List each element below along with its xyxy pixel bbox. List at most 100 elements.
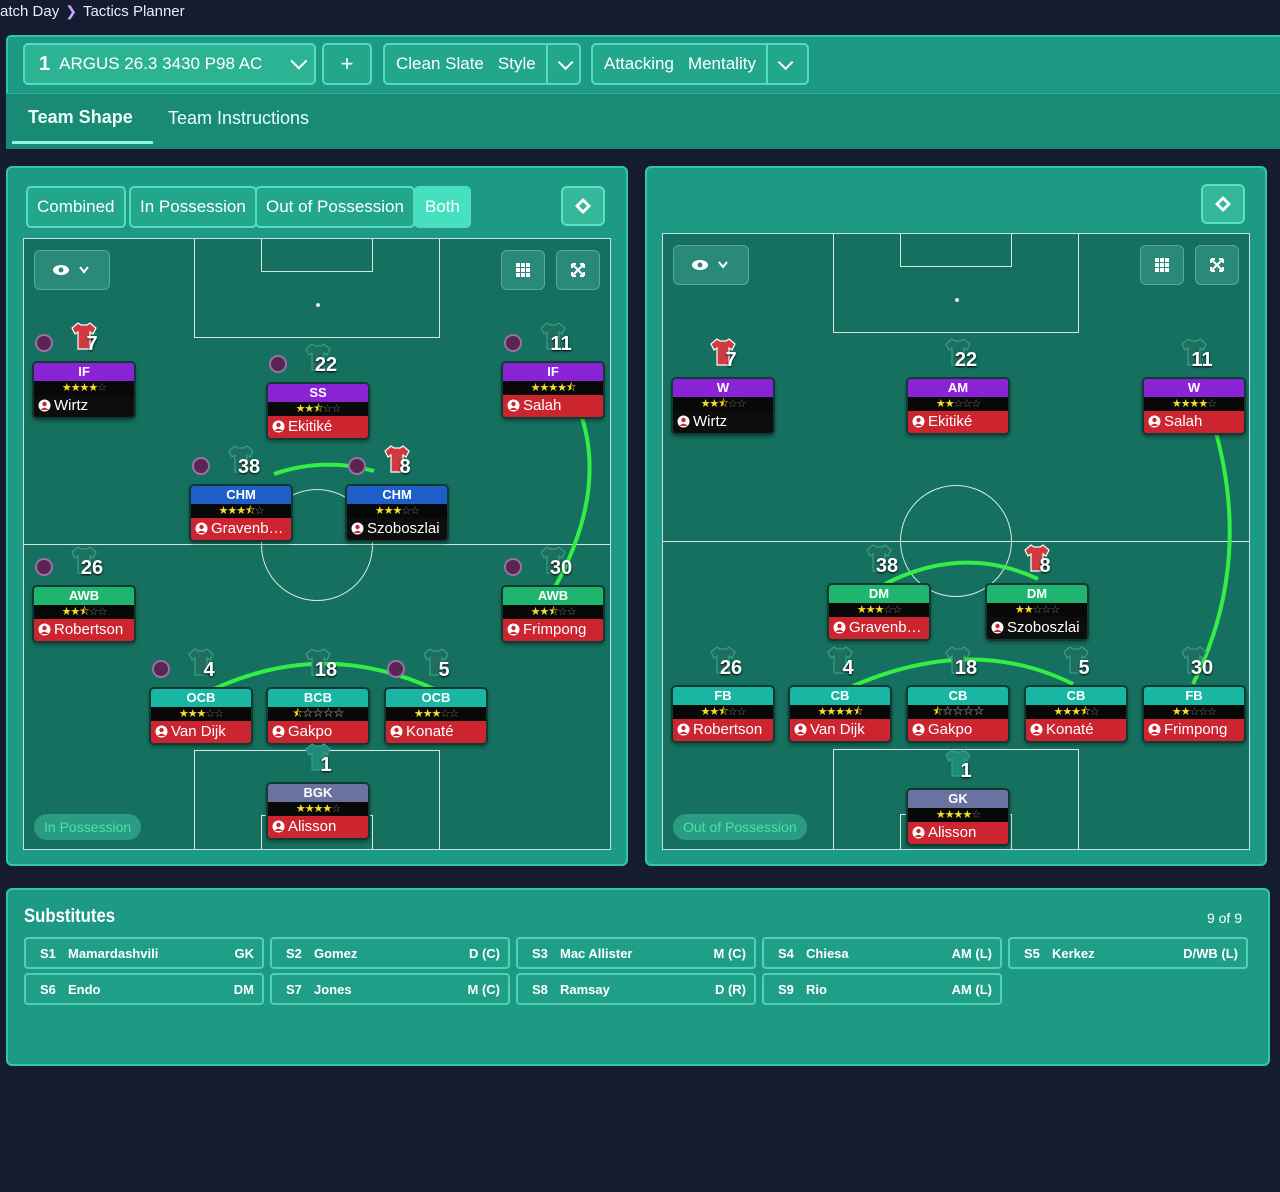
player-card-alisson[interactable]: 1 GK ★★★★☆ Alisson [906,749,1010,846]
substitutes-count: 9 of 9 [1206,910,1242,926]
instruction-indicator-icon[interactable] [504,558,522,576]
instruction-indicator-icon[interactable] [35,334,53,352]
player-card-wirtz[interactable]: 7 IF ★★★★☆ Wirtz [32,322,136,419]
player-card-frimpong[interactable]: 30 FB ★★☆☆☆ Frimpong [1142,646,1246,743]
instruction-indicator-icon[interactable] [269,355,287,373]
substitute-item-s7[interactable]: S7 Jones M (C) [270,973,510,1005]
shirt-number: 38 [237,456,261,478]
tactic-board-button[interactable] [561,186,605,226]
substitute-position: GK [234,945,255,961]
instruction-indicator-icon[interactable] [152,660,170,678]
role-rating-stars: ★★⯪☆☆ [268,402,368,416]
player-name-text: Alisson [288,818,337,835]
style-value: Clean Slate [396,54,484,73]
player-card-robertson[interactable]: 26 FB ★★⯪☆☆ Robertson [671,646,775,743]
shirt-number: 5 [438,659,450,681]
player-card-konate[interactable]: 5 OCB ★★★☆☆ Konaté [384,648,488,745]
role-label: AM [908,379,1008,397]
role-card: OCB ★★★☆☆ Konaté [384,687,488,745]
breadcrumb: atch Day ❯ Tactics Planner [0,3,185,20]
instruction-indicator-icon[interactable] [348,457,366,475]
shirt-number: 4 [203,659,215,681]
style-dropdown[interactable]: Clean Slate Style [383,43,581,85]
substitute-slot: S5 [1024,945,1040,961]
player-name: Konaté [1026,719,1126,741]
player-card-frimpong[interactable]: 30 AWB ★★⯪☆☆ Frimpong [501,546,605,643]
instruction-indicator-icon[interactable] [35,558,53,576]
player-card-salah[interactable]: 11 W ★★★★☆ Salah [1142,338,1246,435]
mentality-dropdown[interactable]: Attacking Mentality [591,43,809,85]
tab-team-instructions[interactable]: Team Instructions [168,108,309,129]
player-card-alisson[interactable]: 1 BGK ★★★★☆ Alisson [266,743,370,840]
visibility-dropdown[interactable] [34,250,110,290]
tactic-board-button[interactable] [1201,184,1245,224]
player-card-szoboszlai[interactable]: 8 CHM ★★★☆☆ Szoboszlai [345,445,449,542]
chevron-down-icon[interactable] [545,45,579,83]
chevron-right-icon: ❯ [65,3,77,19]
person-icon [272,725,285,738]
grid-view-button[interactable] [1140,245,1184,285]
role-card: OCB ★★★☆☆ Van Dijk [149,687,253,745]
style-label: Style [497,54,536,73]
shirt-number: 5 [1078,657,1090,679]
player-name: Wirtz [673,411,773,433]
grid-view-button[interactable] [501,250,545,290]
substitute-slot: S6 [40,981,56,997]
shirt-number: 1 [960,760,972,782]
tactic-selector[interactable]: 1 ARGUS 26.3 3430 P98 AC [23,43,316,85]
phase-in-possession-button[interactable]: In Possession [129,186,257,228]
expand-button[interactable] [556,250,600,290]
player-name-text: Konaté [406,723,454,740]
substitute-name: Endo [68,981,101,997]
substitute-item-s2[interactable]: S2 Gomez D (C) [270,937,510,969]
instruction-indicator-icon[interactable] [192,457,210,475]
player-card-ekitike[interactable]: 22 SS ★★⯪☆☆ Ekitiké [266,343,370,440]
player-card-gravenberch[interactable]: 38 CHM ★★★⯪☆ Gravenber... [189,445,293,542]
player-card-gakpo[interactable]: 18 CB ⯪☆☆☆☆ Gakpo [906,646,1010,743]
phase-combined-button[interactable]: Combined [26,186,126,228]
player-name-text: Salah [523,397,562,414]
role-card: FB ★★☆☆☆ Frimpong [1142,685,1246,743]
role-rating-stars: ★★⯪☆☆ [673,705,773,719]
player-card-wirtz[interactable]: 7 W ★★⯪☆☆ Wirtz [671,338,775,435]
substitute-item-s9[interactable]: S9 Rio AM (L) [762,973,1002,1005]
substitute-item-s6[interactable]: S6 Endo DM [24,973,264,1005]
player-card-ekitike[interactable]: 22 AM ★★☆☆☆ Ekitiké [906,338,1010,435]
player-card-salah[interactable]: 11 IF ★★★★⯪ Salah [501,322,605,419]
substitute-item-s1[interactable]: S1 Mamardashvili GK [24,937,264,969]
substitute-position: AM (L) [951,945,992,961]
substitute-item-s3[interactable]: S3 Mac Allister M (C) [516,937,756,969]
instruction-indicator-icon[interactable] [504,334,522,352]
player-card-vandijk[interactable]: 4 OCB ★★★☆☆ Van Dijk [149,648,253,745]
add-tactic-button[interactable]: + [322,43,372,85]
role-rating-stars: ★★★☆☆ [151,707,251,721]
player-name: Ekitiké [268,416,368,438]
tab-team-shape[interactable]: Team Shape [28,107,133,128]
role-rating-stars: ★★★⯪☆ [1026,705,1126,719]
player-card-gakpo[interactable]: 18 BCB ⯪☆☆☆☆ Gakpo [266,648,370,745]
substitute-name: Gomez [314,945,358,961]
phase-out-of-possession-button[interactable]: Out of Possession [255,186,415,228]
breadcrumb-parent[interactable]: atch Day [0,3,59,20]
player-card-vandijk[interactable]: 4 CB ★★★★⯪ Van Dijk [788,646,892,743]
chevron-down-icon[interactable] [765,45,800,83]
substitute-position: DM [233,981,254,997]
out-of-possession-pitch[interactable]: 7 W ★★⯪☆☆ Wirtz 22 AM ★★☆☆☆ Ekitiké 11 W ★★★★☆ Sala… [662,233,1250,850]
player-card-gravenberch[interactable]: 38 DM ★★★☆☆ Gravenber... [827,544,931,641]
visibility-dropdown[interactable] [673,245,749,285]
expand-button[interactable] [1195,245,1239,285]
substitute-item-s8[interactable]: S8 Ramsay D (R) [516,973,756,1005]
player-card-szoboszlai[interactable]: 8 DM ★★☆☆☆ Szoboszlai [985,544,1089,641]
role-card: BCB ⯪☆☆☆☆ Gakpo [266,687,370,745]
substitute-item-s5[interactable]: S5 Kerkez D/WB (L) [1008,937,1248,969]
role-label: AWB [34,587,134,605]
in-possession-pitch[interactable]: 7 IF ★★★★☆ Wirtz 22 SS ★★⯪☆☆ Ekitiké 11 IF ★★★★⯪ Sa… [23,238,611,850]
phase-both-button[interactable]: Both [414,186,471,228]
player-card-konate[interactable]: 5 CB ★★★⯪☆ Konaté [1024,646,1128,743]
role-rating-stars: ★★⯪☆☆ [503,605,603,619]
player-name: Alisson [908,822,1008,844]
substitute-item-s4[interactable]: S4 Chiesa AM (L) [762,937,1002,969]
person-icon [390,725,403,738]
instruction-indicator-icon[interactable] [387,660,405,678]
player-card-robertson[interactable]: 26 AWB ★★⯪☆☆ Robertson [32,546,136,643]
